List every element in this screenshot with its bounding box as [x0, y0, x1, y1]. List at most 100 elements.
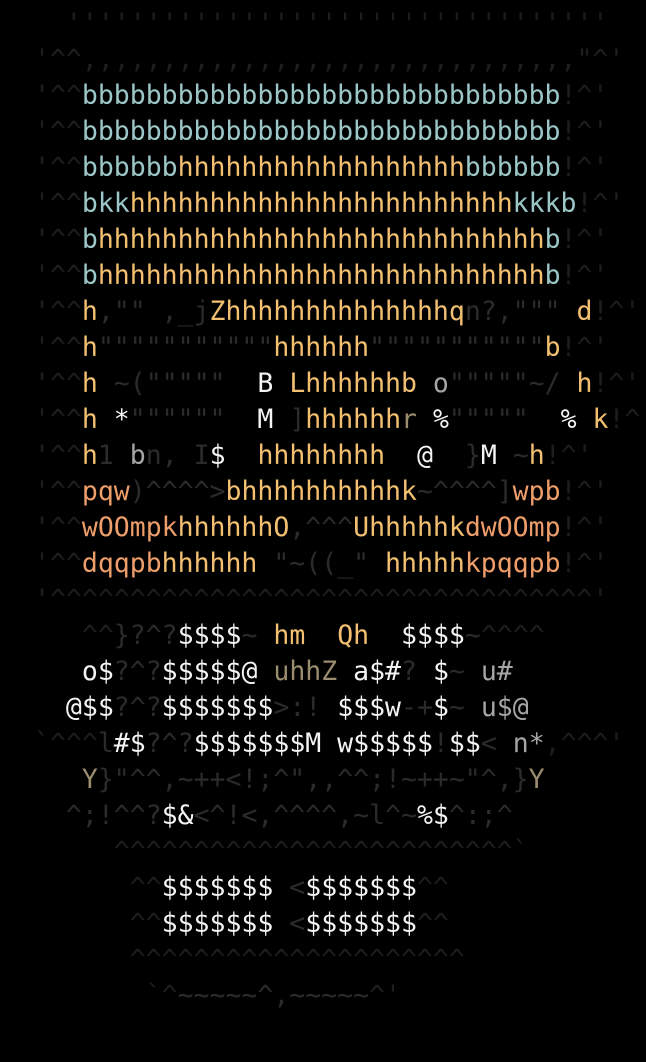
ascii-row: ^^^^^^^^^^^^^^^^^^^^^ [34, 942, 646, 978]
ascii-segment: $$$$$$$ [161, 872, 274, 903]
ascii-segment: '^^ [34, 440, 82, 471]
ascii-segment: Y [65, 764, 98, 795]
ascii-segment: }"^^,~++<!;^",,^^;!~++~"^,} [97, 764, 529, 795]
ascii-segment: l [97, 728, 114, 759]
ascii-segment: @$$ [65, 692, 114, 723]
ascii-segment: !^' [560, 512, 609, 543]
ascii-segment: '''''''''''''''''''''''''''''''''' [34, 8, 625, 39]
ascii-row: ^^^^^^^^^^^^^^^^^^^^^^^^^` [34, 834, 646, 870]
ascii-row: '^^bkkhhhhhhhhhhhhhhhhhhhhhhhhkkkb!^' [34, 186, 646, 222]
ascii-segment: n* [512, 728, 545, 759]
ascii-row: ^;!^^?$&<^!<,^^^^,~l^~%$^:;^ [34, 798, 646, 834]
ascii-row: '^^bbbbbbbbbbbbbbbbbbbbbbbbbbbbbb!^' [34, 114, 646, 150]
ascii-segment: kkkb [512, 188, 577, 219]
ascii-segment: ^;!^^? [65, 800, 162, 831]
ascii-segment: n?,""" [464, 296, 577, 327]
ascii-row: '''''''''''''''''''''''''''''''''' [34, 6, 646, 42]
ascii-segment: ^^ [34, 872, 162, 903]
ascii-segment: $$$$$$$ [305, 908, 417, 939]
ascii-row: '^^h,"" ,_jZhhhhhhhhhhhhhhqn?,""" d!^' [34, 294, 646, 330]
ascii-segment: M [480, 440, 513, 471]
ascii-segment: < [480, 728, 513, 759]
ascii-row: '^^bbbbbbhhhhhhhhhhhhhhhhhhbbbbbb!^' [34, 150, 646, 186]
ascii-segment: !^' [560, 476, 609, 507]
ascii-segment: h [576, 368, 593, 399]
ascii-segment [369, 620, 401, 651]
ascii-segment: #$ [113, 728, 146, 759]
ascii-row: '^^^^^^^^^^^^^^^^^^^^^^^^^^^^^^^^^^' [34, 582, 646, 618]
ascii-segment: $ [432, 692, 449, 723]
ascii-segment: % [560, 404, 593, 435]
ascii-segment: hhhhh [385, 548, 465, 579]
ascii-segment: M [257, 404, 290, 435]
ascii-segment: ~^^^^] [416, 476, 513, 507]
ascii-segment: b [129, 440, 146, 471]
ascii-segment: hhhhhh [273, 332, 370, 363]
ascii-segment: $$$w [321, 692, 402, 723]
ascii-segment: '^^ [34, 512, 82, 543]
ascii-segment: ^:;^ [448, 800, 513, 831]
ascii-segment: n, I [145, 440, 210, 471]
ascii-row: ^^}?^?$$$$~ hm Qh $$$$~^^^^ [34, 618, 646, 654]
ascii-segment: hhhhhhhhhhhhhhhhhh [177, 152, 465, 183]
ascii-segment: `^ [34, 980, 178, 1011]
ascii-row: '^^bhhhhhhhhhhhhhhhhhhhhhhhhhhhhb!^' [34, 258, 646, 294]
ascii-segment: h [81, 368, 98, 399]
ascii-segment: !^' [592, 368, 641, 399]
ascii-segment: !^' [560, 224, 609, 255]
ascii-segment: ^^^^ [480, 620, 545, 651]
ascii-segment: ^^ [416, 908, 449, 939]
ascii-row: '^^dqqpbhhhhhh "~((_" hhhhhkpqqpb!^' [34, 546, 646, 582]
ascii-row: Y}"^^,~++<!;^",,^^;!~++~"^,}Y [34, 762, 646, 798]
ascii-segment: ~ [241, 620, 274, 651]
ascii-row: '^^h1 bn, I$ hhhhhhhh @ }M ~h!^' [34, 438, 646, 474]
ascii-segment: Y [528, 764, 545, 795]
ascii-row: `^^^l#$?^?$$$$$$$M w$$$$$!$$< n*,^^^' [34, 726, 646, 762]
ascii-segment: h [81, 404, 98, 435]
ascii-segment: B [257, 368, 290, 399]
ascii-segment: ~~~~~^,~~~~~ [177, 980, 370, 1011]
ascii-row: '^^h"""""""""""hhhhhh"""""""""""b!^' [34, 330, 646, 366]
ascii-segment: Uhhhhhk [353, 512, 465, 543]
ascii-segment: '^^ [34, 476, 82, 507]
ascii-segment: hhhhhhO [177, 512, 290, 543]
ascii-segment: '^^ [34, 368, 82, 399]
ascii-segment: % [417, 404, 449, 435]
ascii-segment: b [544, 224, 561, 255]
ascii-segment: !^' [560, 260, 609, 291]
ascii-segment: b [544, 260, 561, 291]
ascii-segment: ^^ [34, 620, 114, 651]
ascii-segment: h [81, 296, 98, 327]
ascii-segment: 1 [97, 440, 130, 471]
ascii-segment: Lhhhhhhb [289, 368, 417, 399]
ascii-segment: !^' [544, 440, 593, 471]
ascii-row: '^^h *"""""" M ]hhhhhhr %""""" % k!^' [34, 402, 646, 438]
ascii-segment: $ [209, 440, 258, 471]
ascii-segment: b [81, 260, 98, 291]
ascii-segment: ! [432, 728, 449, 759]
ascii-segment: k [592, 404, 609, 435]
ascii-segment: pqw [81, 476, 130, 507]
ascii-segment: r [401, 404, 417, 435]
ascii-segment: <^!<,^^^^,~l^~ [193, 800, 417, 831]
ascii-segment: ?^? [113, 692, 162, 723]
ascii-segment: h [81, 440, 98, 471]
ascii-row: '^^bbbbbbbbbbbbbbbbbbbbbbbbbbbbbb!^' [34, 78, 646, 114]
ascii-segment: ,"" ,_j [97, 296, 210, 327]
ascii-segment: !^' [560, 152, 609, 183]
ascii-segment: dqqpb [81, 548, 162, 579]
ascii-segment: """""~/ [448, 368, 577, 399]
ascii-segment: """"""""""" [369, 332, 545, 363]
ascii-row: '^^,,,,,,,,,,,,,,,,,,,,,,,,,,,,,,,"^' [34, 42, 646, 78]
ascii-row: o$?^?$$$$$@ uhhZ a$#? $~ u# [34, 654, 646, 690]
ascii-row: '^^wOOmpkhhhhhhO,^^^UhhhhhkdwOOmp!^' [34, 510, 646, 546]
ascii-row: '^^h ~(""""" B Lhhhhhhb o"""""~/ h!^' [34, 366, 646, 402]
ascii-segment: ^^^^^^^^^^^^^^^^^^^^^^^^^` [34, 836, 529, 867]
ascii-segment: o [416, 368, 449, 399]
ascii-segment: ~ [512, 440, 529, 471]
ascii-segment [305, 620, 337, 651]
ascii-segment: wOOmpk [81, 512, 178, 543]
ascii-segment: '^^ [34, 188, 82, 219]
ascii-segment [34, 800, 66, 831]
ascii-segment: ?^? [145, 728, 194, 759]
